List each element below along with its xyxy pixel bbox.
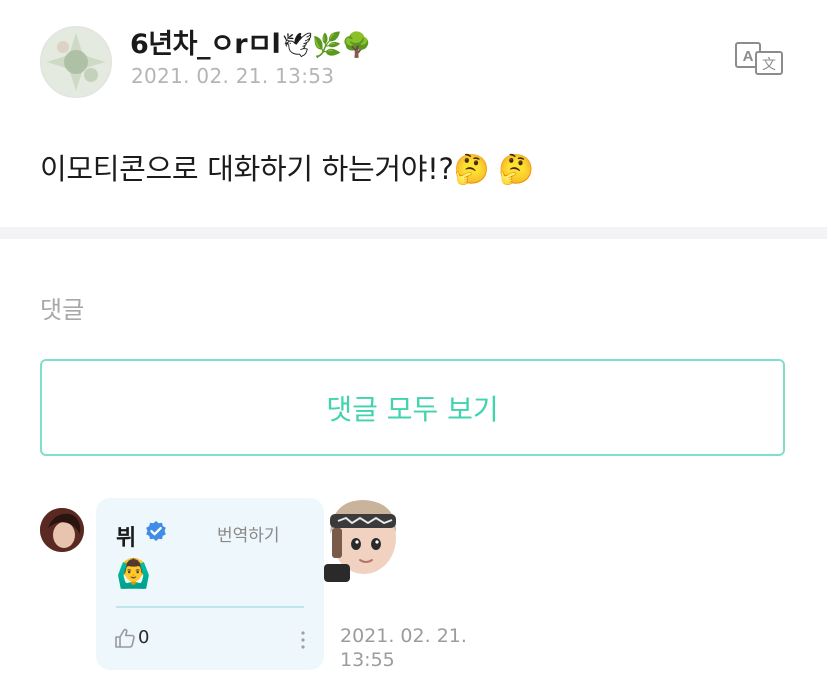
post-timestamp: 2021. 02. 21. 13:53: [131, 64, 335, 88]
translate-button[interactable]: A 文: [734, 40, 786, 76]
comment-emoji: 🙆‍♂️: [116, 557, 151, 590]
post-body-text: 이모티콘으로 대화하기 하는거야!?🤔 🤔: [40, 152, 535, 186]
more-options-icon[interactable]: [299, 629, 307, 651]
commenter-avatar-image: [40, 508, 84, 552]
view-all-comments-label: 댓글 모두 보기: [326, 392, 499, 426]
author-name-emoji: 🕊🌿🌳: [282, 31, 371, 59]
comment-date-line: 2021. 02. 21.: [340, 625, 467, 647]
author-name-text: 6년차_ㅇrㅁl: [130, 29, 281, 60]
commenter-avatar[interactable]: [40, 508, 84, 552]
translate-icon: A 文: [735, 42, 783, 75]
character-sticker: [324, 500, 396, 582]
comments-heading: 댓글: [40, 296, 85, 324]
commenter-name[interactable]: 뷔: [116, 520, 136, 552]
verified-badge-icon: [146, 521, 166, 541]
post-header: 6년차_ㅇrㅁl🕊🌿🌳 2021. 02. 21. 13:53 A 文: [0, 0, 827, 110]
like-count: 0: [138, 627, 150, 648]
comment-time-line: 13:55: [340, 649, 395, 671]
thumbs-up-icon[interactable]: [114, 627, 136, 649]
comment-bubble: 뷔 번역하기 🙆‍♂️ 0: [96, 498, 324, 670]
author-name[interactable]: 6년차_ㅇrㅁl🕊🌿🌳: [130, 22, 371, 61]
comment-divider: [116, 606, 304, 608]
comment-timestamp: 2021. 02. 21. 13:55: [340, 624, 480, 672]
svg-text:A: A: [743, 48, 754, 65]
view-all-comments-button[interactable]: 댓글 모두 보기: [40, 359, 785, 456]
svg-text:文: 文: [762, 57, 776, 73]
avatar-image: [41, 27, 111, 97]
section-divider: [0, 227, 827, 239]
author-avatar[interactable]: [40, 26, 112, 98]
comment-translate-link[interactable]: 번역하기: [217, 521, 280, 546]
